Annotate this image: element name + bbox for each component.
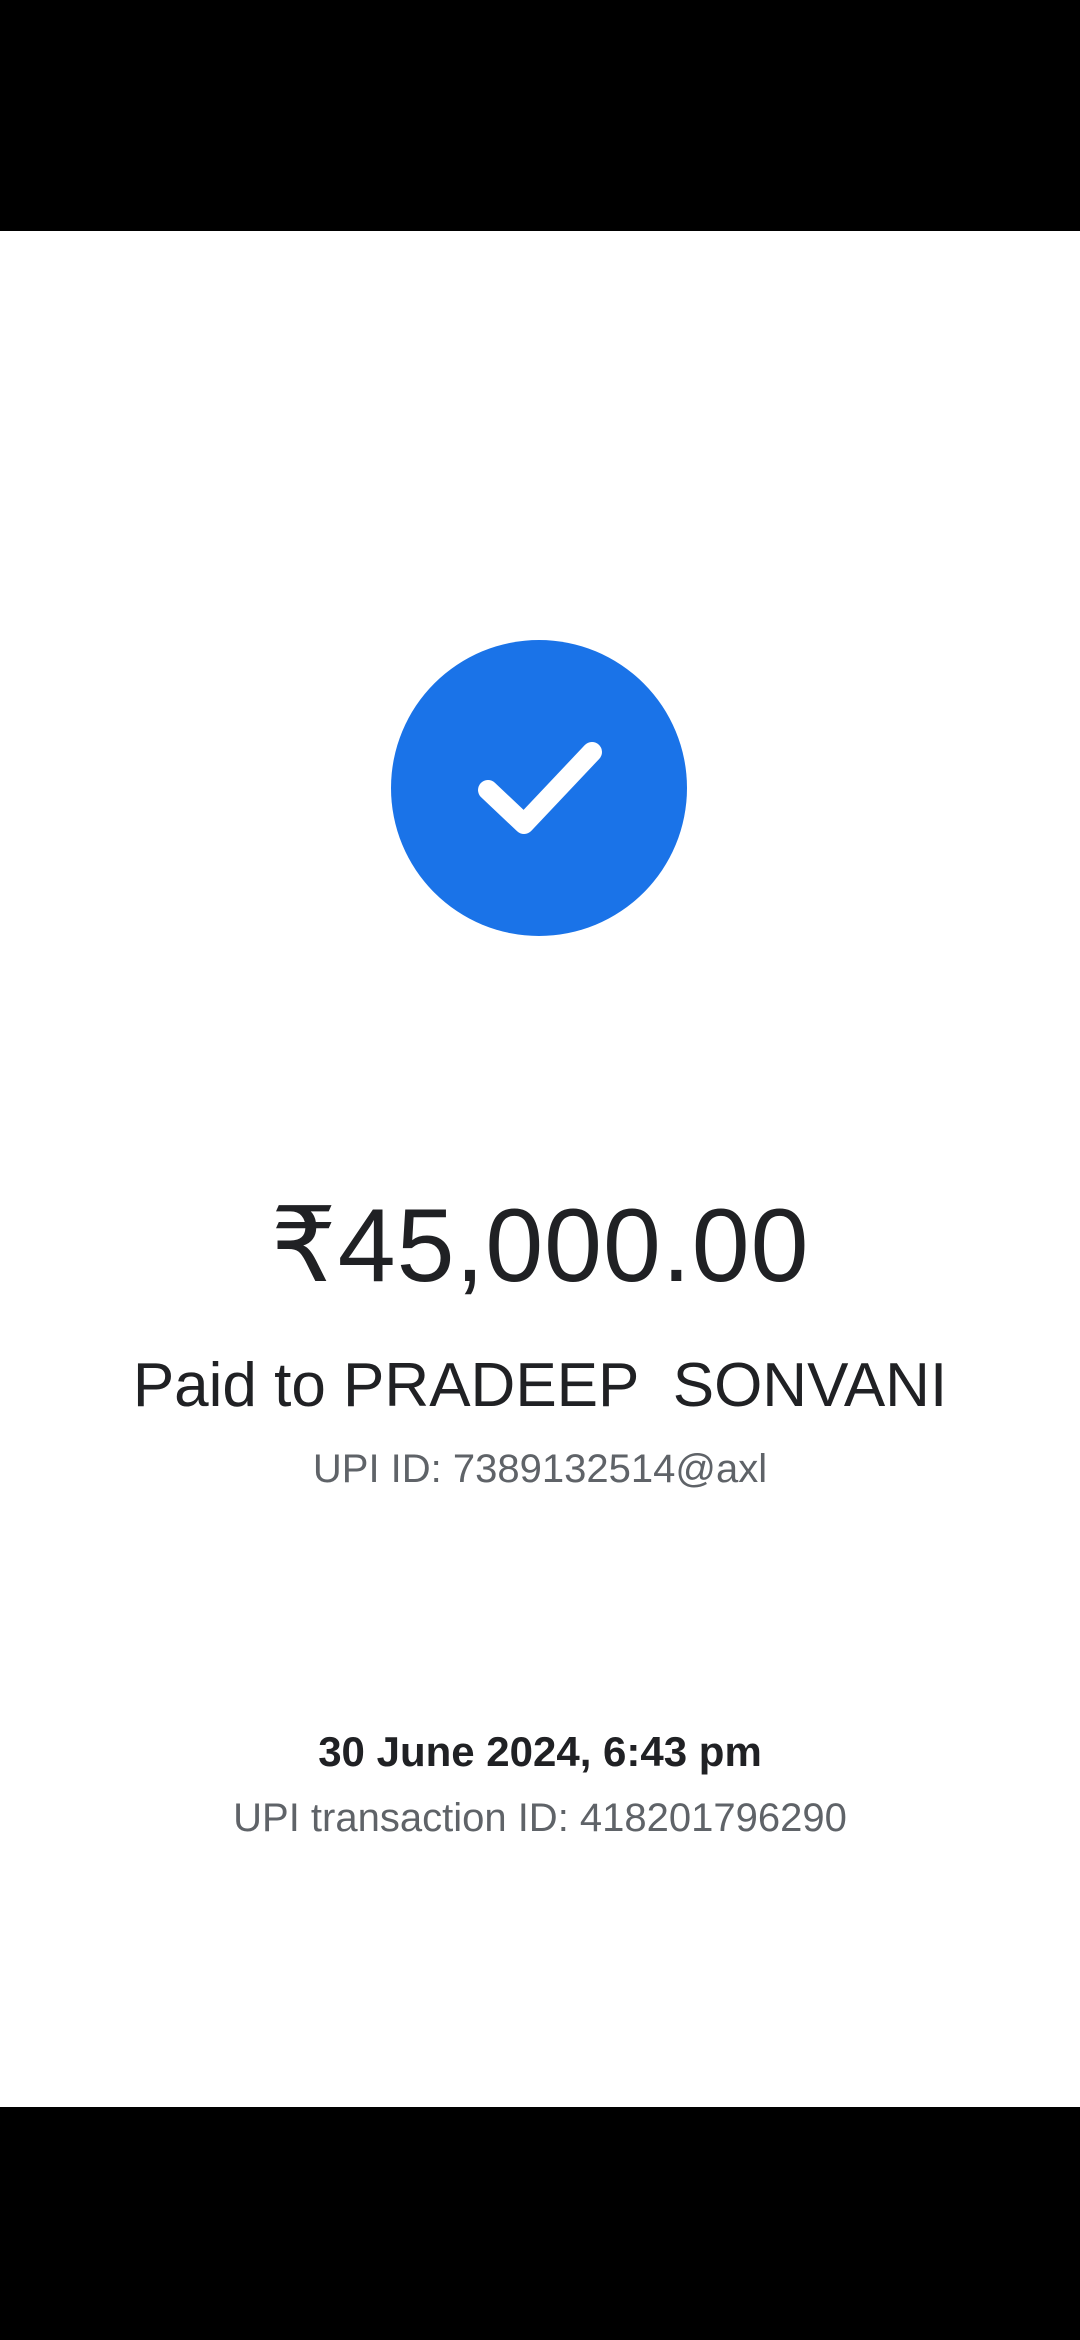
payment-amount: ₹45,000.00 xyxy=(270,1188,810,1304)
payment-success-screen: ₹45,000.00 Paid to PRADEEP SONVANI UPI I… xyxy=(0,231,1080,2107)
check-icon xyxy=(478,742,602,834)
bottom-black-bar xyxy=(0,2107,1080,2340)
payee-upi-id: UPI ID: 7389132514@axl xyxy=(312,1447,768,1491)
payment-datetime: 30 June 2024, 6:43 pm xyxy=(318,1728,762,1775)
payee-name: Paid to PRADEEP SONVANI xyxy=(132,1351,948,1420)
upi-transaction-id: UPI transaction ID: 418201796290 xyxy=(233,1796,847,1840)
top-black-bar xyxy=(0,0,1080,231)
success-check-badge xyxy=(391,640,687,936)
